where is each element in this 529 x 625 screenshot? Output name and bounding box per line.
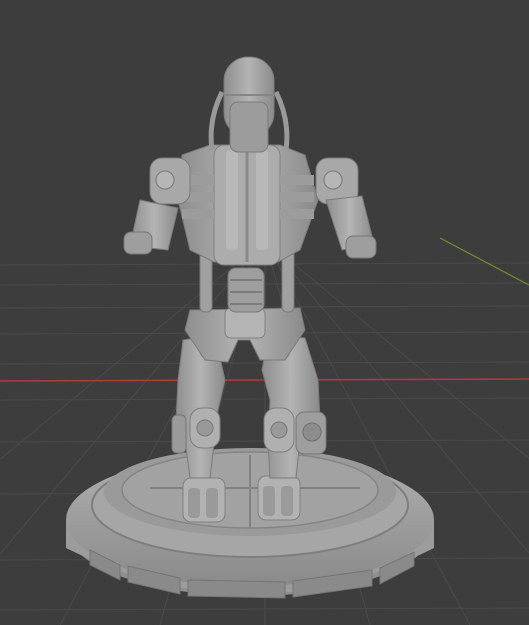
head[interactable] [223, 56, 275, 153]
pelvis[interactable] [184, 307, 306, 363]
viewport-canvas[interactable] [0, 0, 529, 625]
3d-viewport[interactable] [0, 0, 529, 625]
right-foot[interactable] [257, 475, 301, 521]
left-foot[interactable] [182, 477, 226, 523]
base[interactable] [66, 448, 434, 596]
y-axis-line [439, 237, 529, 286]
right-arm[interactable] [315, 157, 377, 259]
torso[interactable] [177, 144, 319, 266]
robot-model[interactable] [66, 56, 434, 599]
